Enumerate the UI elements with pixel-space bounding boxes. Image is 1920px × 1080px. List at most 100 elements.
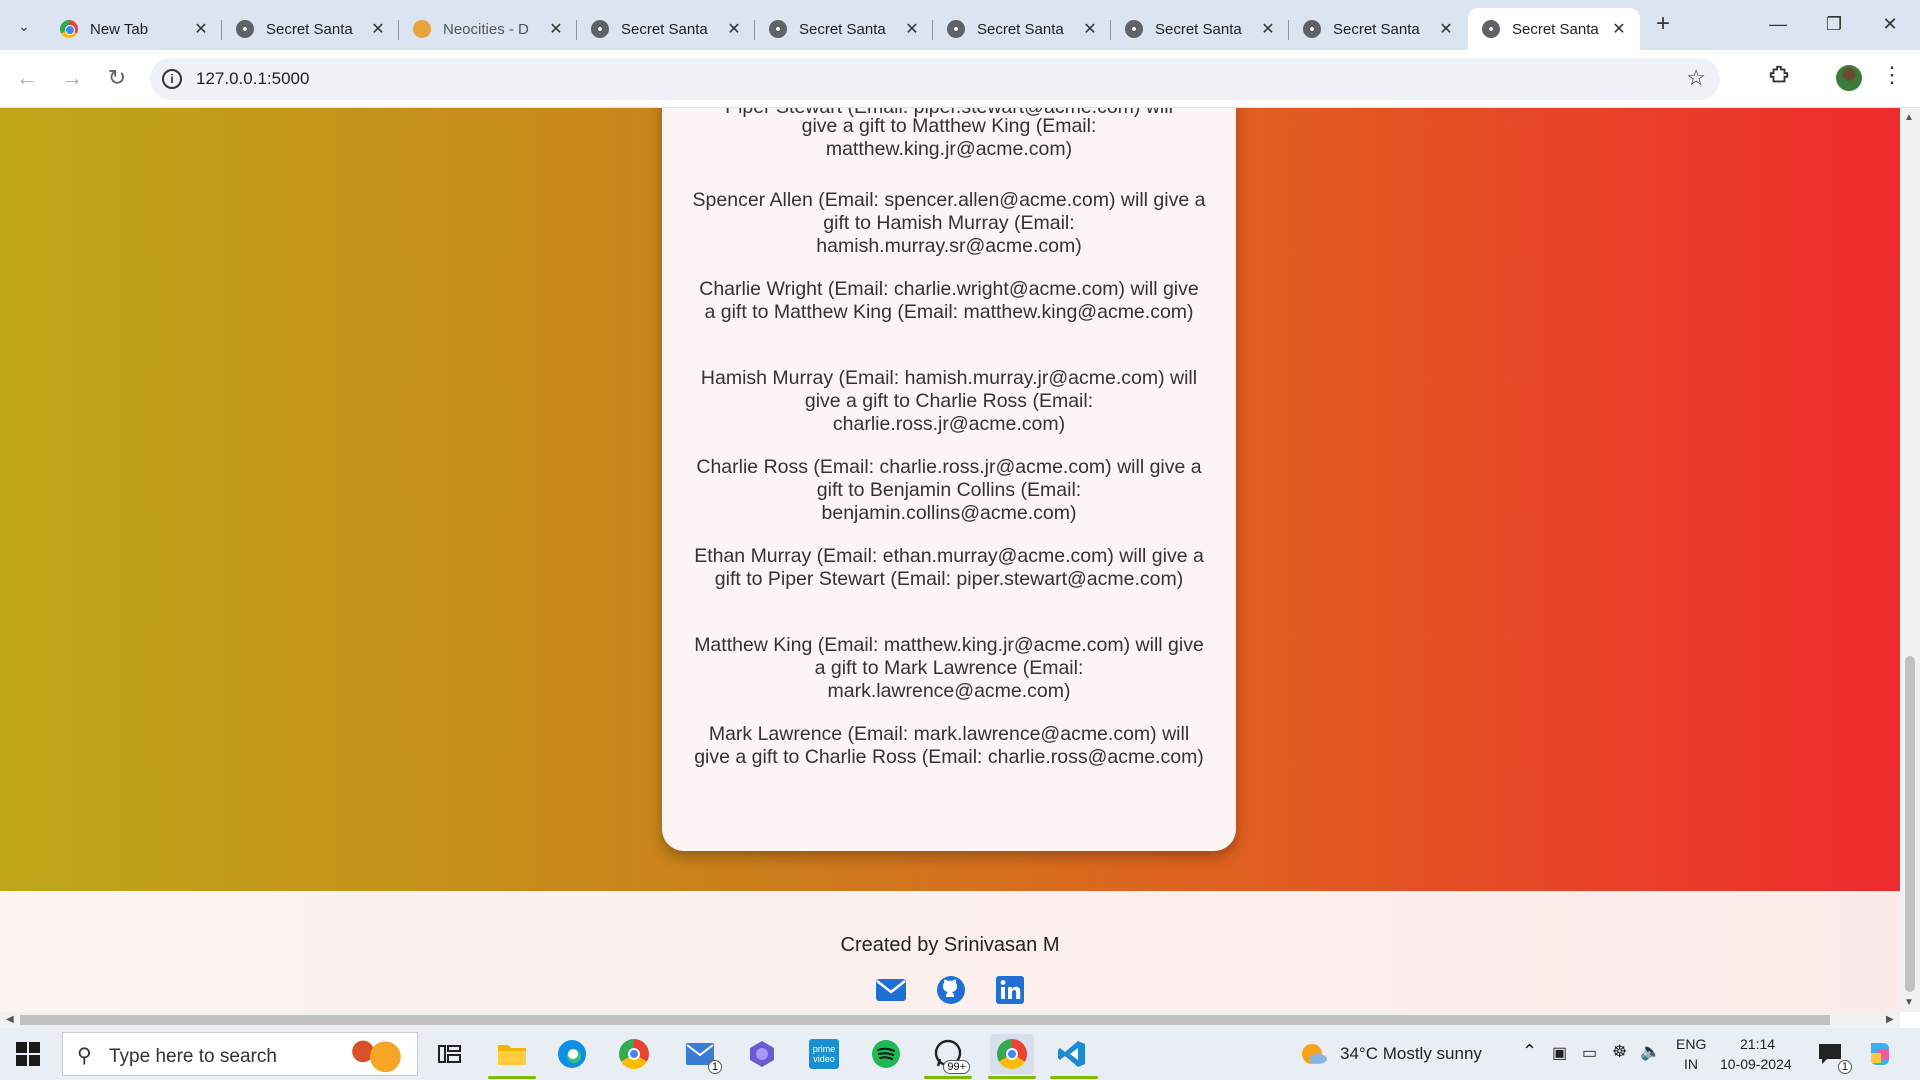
close-icon[interactable]: ✕ <box>1437 19 1455 39</box>
battery-icon[interactable]: ▭ <box>1582 1043 1597 1063</box>
bookmark-star-icon[interactable]: ☆ <box>1686 65 1706 91</box>
back-button[interactable]: ← <box>10 62 44 96</box>
site-info-icon[interactable]: i <box>162 69 182 89</box>
page-viewport: Piper Stewart (Email: piper.stewart@acme… <box>0 108 1900 1012</box>
browser-toolbar: ← → ↻ i 127.0.0.1:5000 ☆ ⋮ <box>0 50 1920 108</box>
tab-title: New Tab <box>90 20 149 38</box>
prime-video-icon[interactable]: prime video <box>806 1036 842 1072</box>
scroll-right-arrow-icon[interactable]: ▶ <box>1886 1012 1894 1028</box>
horizontal-scroll-thumb[interactable] <box>20 1015 1830 1025</box>
tab-secret-santa[interactable]: Secret Santa ✕ <box>755 8 933 50</box>
chrome-active-taskbar-icon[interactable] <box>990 1034 1034 1074</box>
close-icon[interactable]: ✕ <box>1610 19 1628 39</box>
neocities-cat-icon <box>413 20 431 38</box>
footer-credit: Created by Srinivasan M <box>840 934 1060 956</box>
tab-secret-santa[interactable]: Secret Santa ✕ <box>1111 8 1289 50</box>
scroll-left-arrow-icon[interactable]: ◀ <box>6 1012 14 1028</box>
windows-taskbar: ⚲ Type here to search 1 primevideo 99+ <box>0 1028 1920 1080</box>
weather-text[interactable]: 34°C Mostly sunny <box>1340 1044 1482 1064</box>
horizontal-scrollbar[interactable]: ◀ ▶ <box>0 1012 1900 1028</box>
tab-title: Secret Santa <box>266 20 353 38</box>
globe-icon <box>947 20 965 38</box>
tab-secret-santa[interactable]: Secret Santa ✕ <box>1289 8 1467 50</box>
linkedin-icon[interactable] <box>993 975 1027 1005</box>
profile-avatar[interactable] <box>1836 65 1862 91</box>
tab-secret-santa[interactable]: Secret Santa ✕ <box>933 8 1111 50</box>
assignment-item: Charlie Ross (Email: charlie.ross.jr@acm… <box>696 456 1202 524</box>
assignment-item: give a gift to Matthew King (Email: matt… <box>801 115 1097 160</box>
show-hidden-icons[interactable]: ⌃ <box>1522 1041 1537 1062</box>
tab-title: Secret Santa <box>799 20 886 38</box>
assignments-card: Piper Stewart (Email: piper.stewart@acme… <box>662 108 1236 851</box>
close-icon[interactable]: ✕ <box>1081 19 1099 39</box>
restore-button[interactable]: ❐ <box>1806 0 1862 50</box>
extensions-puzzle-icon[interactable] <box>1764 64 1794 94</box>
tab-title: Secret Santa <box>977 20 1064 38</box>
more-menu-icon[interactable]: ⋮ <box>1880 62 1904 88</box>
active-app-indicator <box>1050 1076 1098 1079</box>
globe-icon <box>1303 20 1321 38</box>
close-icon[interactable]: ✕ <box>369 19 387 39</box>
whatsapp-badge: 99+ <box>943 1060 970 1074</box>
windows-start-icon[interactable] <box>16 1042 40 1066</box>
active-app-indicator <box>988 1076 1036 1079</box>
whatsapp-icon[interactable]: 99+ <box>930 1036 970 1074</box>
github-icon[interactable] <box>934 975 968 1005</box>
wifi-icon[interactable]: ☸ <box>1612 1042 1627 1062</box>
volume-icon[interactable]: 🔈 <box>1640 1042 1661 1062</box>
email-icon[interactable] <box>874 975 908 1005</box>
close-icon[interactable]: ✕ <box>1259 19 1277 39</box>
mail-icon[interactable]: 1 <box>682 1036 722 1074</box>
assignment-item: Ethan Murray (Email: ethan.murray@acme.c… <box>694 545 1204 590</box>
vertical-scrollbar[interactable]: ▲ ▼ <box>1900 108 1920 1012</box>
vscode-icon[interactable] <box>1054 1036 1090 1072</box>
tab-search-button[interactable]: ⌄ <box>8 10 40 42</box>
tab-secret-santa-active[interactable]: Secret Santa ✕ <box>1468 8 1640 50</box>
globe-icon <box>1125 20 1143 38</box>
clock-date[interactable]: 10-09-2024 <box>1720 1056 1792 1072</box>
close-icon[interactable]: ✕ <box>903 19 921 39</box>
close-icon[interactable]: ✕ <box>547 19 565 39</box>
notification-badge: 1 <box>1837 1060 1852 1074</box>
spotify-icon[interactable] <box>868 1036 904 1072</box>
globe-icon <box>591 20 609 38</box>
copilot-preview-icon[interactable] <box>1862 1036 1898 1072</box>
forward-button[interactable]: → <box>55 62 89 96</box>
tab-neocities[interactable]: Neocities - D ✕ <box>399 8 577 50</box>
minimize-button[interactable]: — <box>1750 0 1806 50</box>
language-top[interactable]: ENG <box>1676 1036 1706 1052</box>
chrome-icon <box>60 20 78 38</box>
scroll-down-arrow-icon[interactable]: ▼ <box>1904 997 1914 1008</box>
address-bar[interactable]: i 127.0.0.1:5000 ☆ <box>150 58 1720 100</box>
tab-secret-santa[interactable]: Secret Santa ✕ <box>222 8 399 50</box>
clock-time[interactable]: 21:14 <box>1740 1036 1775 1052</box>
close-icon[interactable]: ✕ <box>192 19 210 39</box>
new-tab-button[interactable]: + <box>1648 10 1678 40</box>
chrome-taskbar-icon[interactable] <box>616 1036 652 1072</box>
active-app-indicator <box>924 1076 972 1079</box>
meet-now-icon[interactable]: ▣ <box>1552 1043 1567 1063</box>
taskbar-search-box[interactable]: ⚲ Type here to search <box>62 1032 418 1076</box>
window-close-button[interactable]: ✕ <box>1862 0 1918 50</box>
url-text[interactable]: 127.0.0.1:5000 <box>196 69 309 89</box>
search-placeholder: Type here to search <box>109 1046 277 1067</box>
tab-title: Secret Santa <box>621 20 708 38</box>
assignment-item: Matthew King (Email: matthew.king.jr@acm… <box>694 634 1204 702</box>
tab-title: Secret Santa <box>1512 20 1599 38</box>
close-icon[interactable]: ✕ <box>725 19 743 39</box>
notification-icon[interactable]: 1 <box>1812 1036 1852 1074</box>
globe-icon <box>1482 20 1500 38</box>
tab-new-tab[interactable]: New Tab ✕ <box>46 8 222 50</box>
task-view-icon[interactable] <box>432 1036 468 1072</box>
weather-sun-icon[interactable] <box>1296 1036 1332 1072</box>
reload-button[interactable]: ↻ <box>100 62 134 96</box>
language-bottom[interactable]: IN <box>1684 1056 1698 1072</box>
file-explorer-icon[interactable] <box>494 1036 530 1072</box>
globe-icon <box>236 20 254 38</box>
edge-icon[interactable] <box>554 1036 590 1072</box>
tab-title: Neocities - D <box>443 20 529 38</box>
vertical-scroll-thumb[interactable] <box>1905 656 1915 992</box>
tab-secret-santa[interactable]: Secret Santa ✕ <box>577 8 755 50</box>
scroll-up-arrow-icon[interactable]: ▲ <box>1904 112 1914 123</box>
copilot-icon[interactable] <box>744 1036 780 1072</box>
